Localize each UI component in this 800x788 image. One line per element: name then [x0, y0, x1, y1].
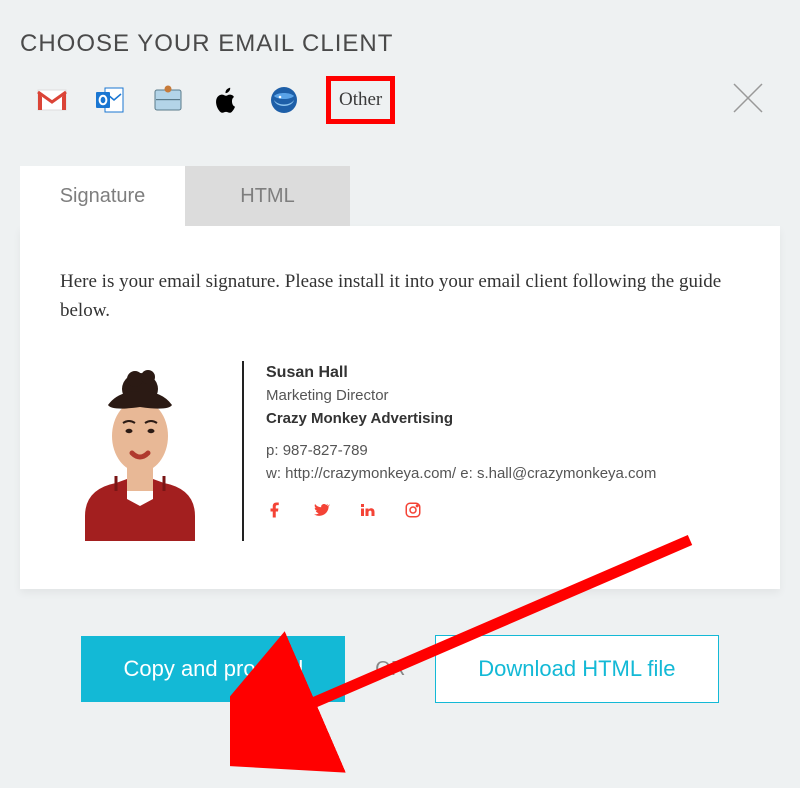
email-value: s.hall@crazymonkeya.com	[477, 465, 656, 482]
apple-icon[interactable]	[210, 84, 242, 116]
copy-and-proceed-button[interactable]: Copy and proceed	[81, 636, 345, 702]
tabs: Signature HTML	[20, 166, 780, 226]
download-html-button[interactable]: Download HTML file	[435, 635, 718, 703]
signature-preview: Susan Hall Marketing Director Crazy Monk…	[60, 361, 740, 541]
gmail-icon[interactable]	[36, 84, 68, 116]
or-separator: OR	[375, 658, 405, 681]
avatar	[60, 361, 220, 541]
close-icon[interactable]	[728, 78, 768, 118]
contact-web-email-row: w: http://crazymonkeya.com/ e: s.hall@cr…	[266, 463, 656, 486]
email-client-selector: Other	[36, 76, 780, 124]
web-value: http://crazymonkeya.com/	[285, 465, 456, 482]
other-client-option[interactable]: Other	[326, 76, 395, 124]
intro-text: Here is your email signature. Please ins…	[60, 268, 740, 325]
contact-company: Crazy Monkey Advertising	[266, 408, 656, 431]
instagram-icon[interactable]	[404, 501, 422, 519]
contact-name: Susan Hall	[266, 361, 656, 385]
linkedin-icon[interactable]	[358, 501, 376, 519]
action-row: Copy and proceed OR Download HTML file	[20, 635, 780, 723]
outlook-icon[interactable]	[94, 84, 126, 116]
email-label: e:	[460, 465, 473, 482]
web-label: w:	[266, 465, 281, 482]
facebook-icon[interactable]	[266, 501, 284, 519]
page-title: CHOOSE YOUR EMAIL CLIENT	[20, 30, 780, 58]
vertical-divider	[242, 361, 244, 541]
tab-signature[interactable]: Signature	[20, 166, 185, 226]
phone-value: 987-827-789	[283, 442, 368, 459]
signature-details: Susan Hall Marketing Director Crazy Monk…	[266, 361, 656, 519]
phone-label: p:	[266, 442, 279, 459]
social-icons	[266, 501, 656, 519]
apple-mail-icon[interactable]	[152, 84, 184, 116]
signature-panel: Here is your email signature. Please ins…	[20, 226, 780, 589]
twitter-icon[interactable]	[312, 501, 330, 519]
thunderbird-icon[interactable]	[268, 84, 300, 116]
tab-html[interactable]: HTML	[185, 166, 350, 226]
contact-phone-row: p: 987-827-789	[266, 440, 656, 463]
contact-title: Marketing Director	[266, 385, 656, 408]
